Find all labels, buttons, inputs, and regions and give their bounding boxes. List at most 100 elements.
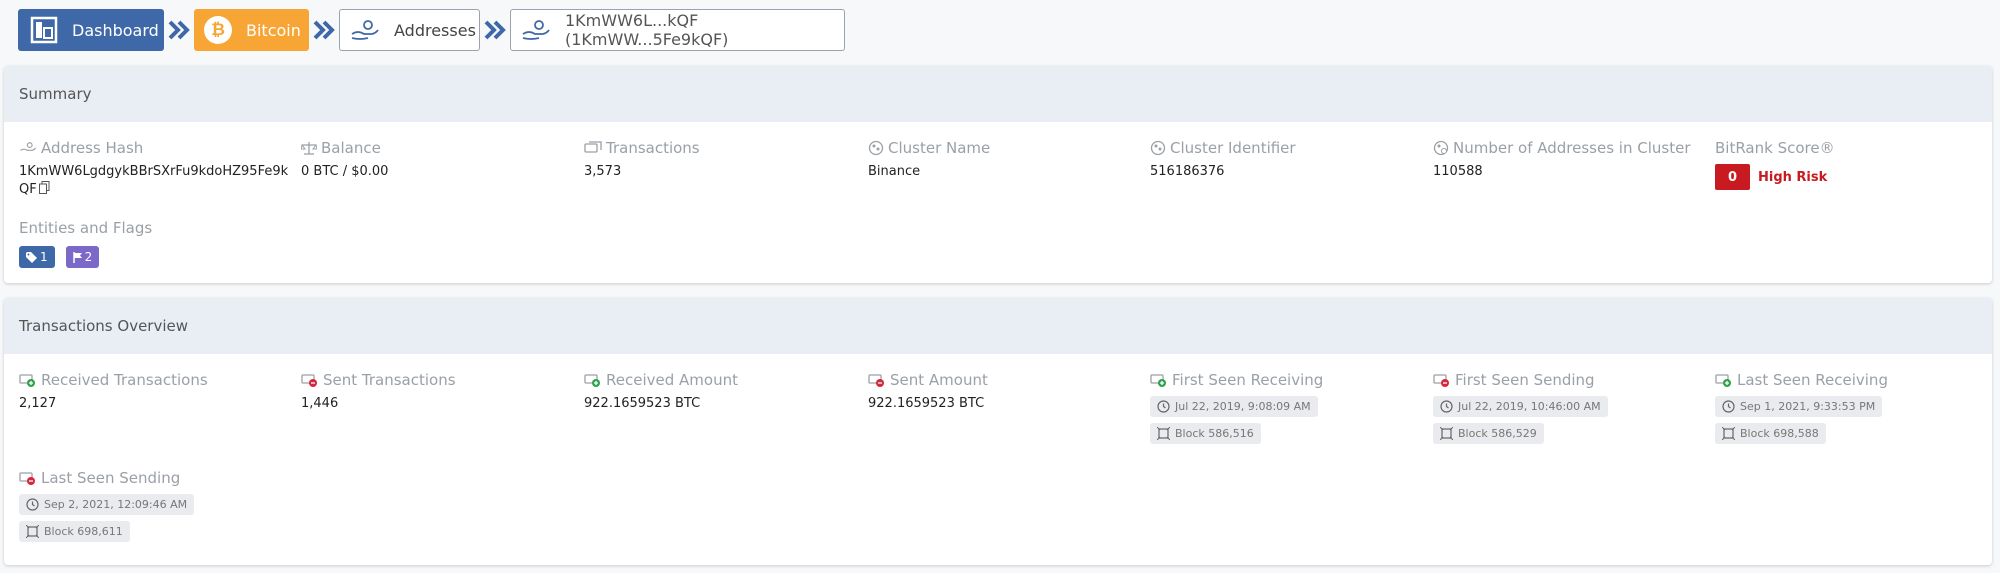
clock-icon: [1157, 400, 1170, 413]
chevron-right-icon: [164, 20, 194, 40]
address-hash-field: Address Hash 1KmWW6LgdgykBBrSXrFu9kdoHZ9…: [19, 138, 289, 200]
bitcoin-icon: ₿: [204, 15, 232, 45]
cluster-name-field: Cluster Name Binance: [868, 138, 990, 181]
cluster-icon: [868, 140, 884, 156]
cluster-id-field: Cluster Identifier 516186376: [1150, 138, 1296, 181]
summary-title: Summary: [4, 66, 1992, 122]
entities-flags-label: Entities and Flags: [19, 219, 153, 237]
last-seen-sending-label: Last Seen Sending: [41, 469, 181, 487]
flags-badge[interactable]: 2: [65, 246, 100, 268]
transactions-value: 3,573: [584, 164, 622, 179]
flag-icon: [72, 251, 82, 263]
received-amount-value: 922.1659523 BTC: [584, 396, 701, 411]
sent-icon: [19, 472, 35, 485]
flags-count: 2: [84, 250, 93, 264]
address-hash-label: Address Hash: [41, 139, 144, 157]
sent-tx-value: 1,446: [301, 396, 339, 411]
tag-icon: [26, 251, 37, 263]
num-addresses-label: Number of Addresses in Cluster: [1453, 139, 1691, 157]
scale-icon: [301, 142, 317, 155]
first-seen-sending-time: Jul 22, 2019, 10:46:00 AM: [1433, 396, 1608, 417]
entities-badge[interactable]: 1: [19, 246, 55, 268]
first-seen-sending-label: First Seen Sending: [1455, 371, 1595, 389]
cluster-icon: [1150, 140, 1166, 156]
address-hand-icon: [20, 142, 37, 151]
breadcrumb-dashboard[interactable]: Dashboard: [18, 9, 164, 51]
cluster-id-value: 516186376: [1150, 164, 1225, 179]
block-icon: [1722, 427, 1735, 440]
last-seen-receiving-label: Last Seen Receiving: [1737, 371, 1888, 389]
breadcrumb-bitcoin[interactable]: ₿ Bitcoin: [194, 9, 309, 51]
received-amount-field: Received Amount 922.1659523 BTC: [584, 370, 738, 413]
bitrank-field: BitRank Score® 0 High Risk: [1715, 138, 1835, 190]
bitrank-risk-label: High Risk: [1758, 169, 1828, 185]
received-tx-value: 2,127: [19, 396, 57, 411]
last-seen-receiving-field: Last Seen Receiving Sep 1, 2021, 9:33:53…: [1715, 370, 1888, 444]
sent-tx-field: Sent Transactions 1,446: [301, 370, 456, 413]
entities-count: 1: [40, 250, 48, 264]
last-seen-sending-time: Sep 2, 2021, 12:09:46 AM: [19, 494, 195, 515]
chevron-right-icon: [480, 20, 510, 40]
cluster-name-value: Binance: [868, 164, 921, 179]
breadcrumb-addresses-label: Addresses: [394, 20, 476, 40]
overview-title: Transactions Overview: [4, 298, 1992, 354]
first-seen-sending-field: First Seen Sending Jul 22, 2019, 10:46:0…: [1433, 370, 1608, 444]
first-seen-receiving-block[interactable]: Block 586,516: [1150, 423, 1261, 444]
block-icon: [26, 525, 39, 538]
clock-icon: [1722, 400, 1735, 413]
transactions-field: Transactions 3,573: [584, 138, 700, 181]
sent-amount-field: Sent Amount 922.1659523 BTC: [868, 370, 988, 413]
copy-icon[interactable]: [38, 181, 50, 200]
breadcrumb-dashboard-label: Dashboard: [72, 20, 159, 40]
last-seen-sending-block[interactable]: Block 698,611: [19, 521, 130, 542]
overview-card: Transactions Overview Received Transacti…: [4, 298, 1992, 565]
bitrank-label: BitRank Score®: [1715, 139, 1835, 157]
sent-icon: [301, 374, 317, 387]
received-icon: [1715, 374, 1731, 387]
breadcrumb: Dashboard ₿ Bitcoin Addresses 1KmWW6L...…: [18, 9, 845, 51]
balance-label: Balance: [321, 139, 381, 157]
sent-amount-label: Sent Amount: [890, 371, 988, 389]
received-tx-label: Received Transactions: [41, 371, 208, 389]
first-seen-receiving-field: First Seen Receiving Jul 22, 2019, 9:08:…: [1150, 370, 1323, 444]
balance-value: 0 BTC / $0.00: [301, 164, 389, 179]
clock-icon: [1440, 400, 1453, 413]
balance-field: Balance 0 BTC / $0.00: [301, 138, 388, 181]
dashboard-icon: [30, 15, 58, 45]
chevron-right-icon: [309, 20, 339, 40]
last-seen-receiving-time: Sep 1, 2021, 9:33:53 PM: [1715, 396, 1883, 417]
address-hash-value: 1KmWW6LgdgykBBrSXrFu9kdoHZ95Fe9kQF: [19, 164, 289, 197]
received-tx-field: Received Transactions 2,127: [19, 370, 208, 413]
cluster-id-label: Cluster Identifier: [1170, 139, 1296, 157]
sent-tx-label: Sent Transactions: [323, 371, 456, 389]
received-icon: [1150, 374, 1166, 387]
first-seen-sending-block[interactable]: Block 586,529: [1433, 423, 1544, 444]
breadcrumb-current-address[interactable]: 1KmWW6L...kQF (1KmWW...5Fe9kQF): [510, 9, 845, 51]
num-addresses-value: 110588: [1433, 164, 1483, 179]
breadcrumb-current-label: 1KmWW6L...kQF (1KmWW...5Fe9kQF): [565, 11, 729, 49]
breadcrumb-bitcoin-label: Bitcoin: [246, 20, 301, 40]
transactions-icon: [584, 141, 602, 153]
bitrank-score-badge: 0: [1715, 164, 1750, 190]
sent-amount-value: 922.1659523 BTC: [868, 396, 985, 411]
cluster-name-label: Cluster Name: [888, 139, 991, 157]
transactions-label: Transactions: [606, 139, 700, 157]
summary-card: Summary Address Hash 1KmWW6LgdgykBBrSXrF…: [4, 66, 1992, 283]
received-icon: [584, 374, 600, 387]
clock-icon: [26, 498, 39, 511]
block-icon: [1440, 427, 1453, 440]
address-hand-icon: [350, 15, 380, 45]
received-icon: [19, 374, 35, 387]
cluster-addresses-icon: [1433, 140, 1449, 156]
received-amount-label: Received Amount: [606, 371, 738, 389]
block-icon: [1157, 427, 1170, 440]
num-addresses-field: Number of Addresses in Cluster 110588: [1433, 138, 1690, 181]
first-seen-receiving-label: First Seen Receiving: [1172, 371, 1324, 389]
last-seen-receiving-block[interactable]: Block 698,588: [1715, 423, 1826, 444]
last-seen-sending-field: Last Seen Sending Sep 2, 2021, 12:09:46 …: [19, 468, 195, 542]
address-hand-icon: [521, 15, 551, 45]
sent-icon: [868, 374, 884, 387]
entities-flags-field: Entities and Flags 1 2: [19, 218, 152, 268]
sent-icon: [1433, 374, 1449, 387]
breadcrumb-addresses[interactable]: Addresses: [339, 9, 480, 51]
